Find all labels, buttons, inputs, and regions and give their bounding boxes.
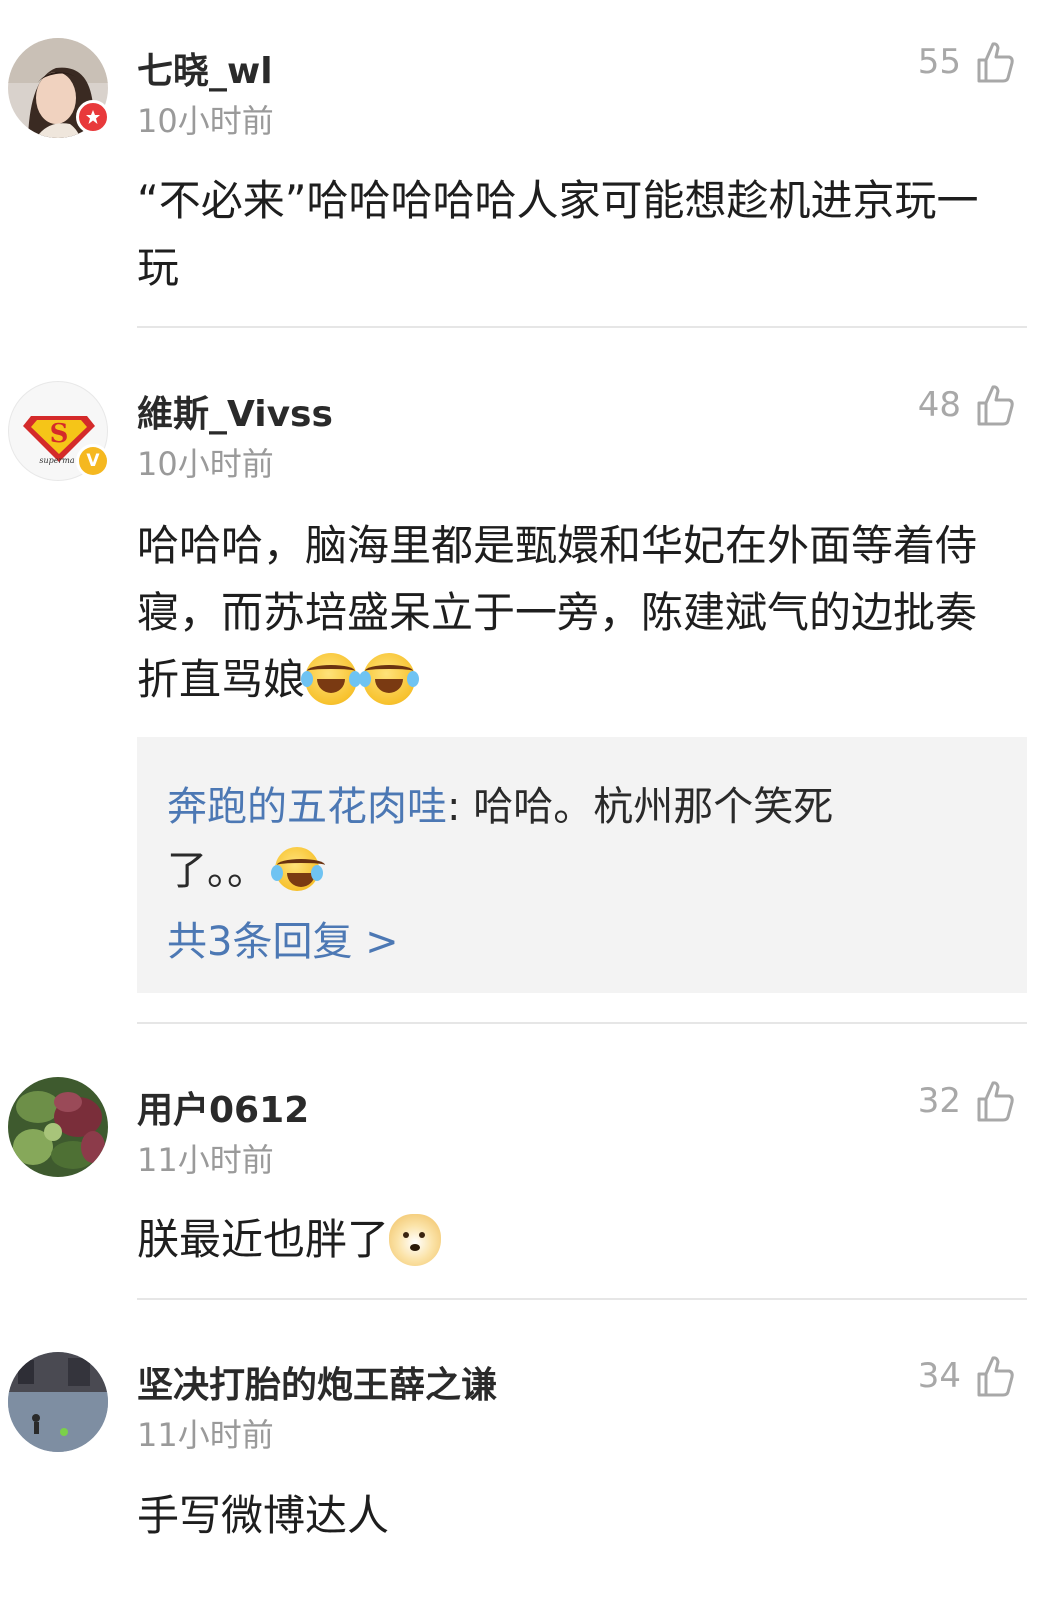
thumbs-up-icon[interactable] — [975, 1354, 1015, 1398]
like-count: 34 — [917, 1356, 961, 1396]
doge-emoji — [389, 1213, 442, 1266]
comment-text-body: 哈哈哈，脑海里都是甄嬛和华妃在外面等着侍寝，而苏培盛呆立于一旁，陈建斌气的边批奏… — [137, 521, 978, 704]
like-button[interactable]: 48 — [918, 383, 1015, 427]
reply-text: 奔跑的五花肉哇: 哈哈。杭州那个笑死了。。 — [167, 775, 927, 903]
like-button[interactable]: 34 — [918, 1354, 1015, 1398]
view-all-replies-link[interactable]: 共3条回复 > — [167, 909, 399, 967]
red-star-badge — [76, 100, 110, 134]
like-count: 55 — [917, 42, 961, 82]
laugh-cry-emoji — [359, 652, 420, 705]
like-count: 32 — [917, 1081, 961, 1121]
verified-v-icon: V — [79, 447, 107, 475]
divider — [137, 326, 1027, 328]
svg-text:superma: superma — [39, 456, 75, 465]
thumbs-up-icon[interactable] — [975, 40, 1015, 84]
comment-text: 朕最近也胖了 — [137, 1206, 997, 1273]
svg-text:S: S — [50, 419, 69, 449]
reply-separator: : — [447, 784, 474, 830]
reply-preview[interactable]: 奔跑的五花肉哇: 哈哈。杭州那个笑死了。。 共3条回复 > — [137, 737, 1027, 993]
thumbs-up-icon[interactable] — [975, 1079, 1015, 1123]
avatar[interactable] — [8, 1352, 108, 1452]
divider — [137, 1022, 1027, 1024]
timestamp: 11小时前 — [137, 1141, 274, 1179]
divider — [137, 1298, 1027, 1300]
username[interactable]: 七晓_wl — [137, 42, 273, 94]
username[interactable]: 坚决打胎的炮王薛之谦 — [137, 1356, 497, 1408]
username[interactable]: 維斯_Vivss — [137, 385, 333, 437]
thumbs-up-icon[interactable] — [975, 383, 1015, 427]
laugh-cry-emoji — [301, 652, 362, 705]
timestamp: 11小时前 — [137, 1416, 274, 1454]
timestamp: 10小时前 — [137, 102, 274, 140]
like-button[interactable]: 55 — [918, 40, 1015, 84]
comment-text: 手写微博达人 — [137, 1491, 390, 1540]
laugh-cry-emoji — [271, 847, 325, 891]
like-button[interactable]: 32 — [918, 1079, 1015, 1123]
comment-text: 哈哈哈，脑海里都是甄嬛和华妃在外面等着侍寝，而苏培盛呆立于一旁，陈建斌气的边批奏… — [137, 512, 997, 713]
comment-text-body: 朕最近也胖了 — [137, 1215, 390, 1264]
verified-badge: V — [76, 444, 110, 478]
avatar[interactable] — [8, 1077, 108, 1177]
star-icon — [86, 110, 100, 124]
timestamp: 10小时前 — [137, 445, 274, 483]
reply-author-link[interactable]: 奔跑的五花肉哇 — [167, 784, 447, 830]
username[interactable]: 用户0612 — [137, 1081, 309, 1133]
comment-text: “不必来”哈哈哈哈哈人家可能想趁机进京玩一玩 — [137, 176, 979, 292]
like-count: 48 — [917, 385, 961, 425]
